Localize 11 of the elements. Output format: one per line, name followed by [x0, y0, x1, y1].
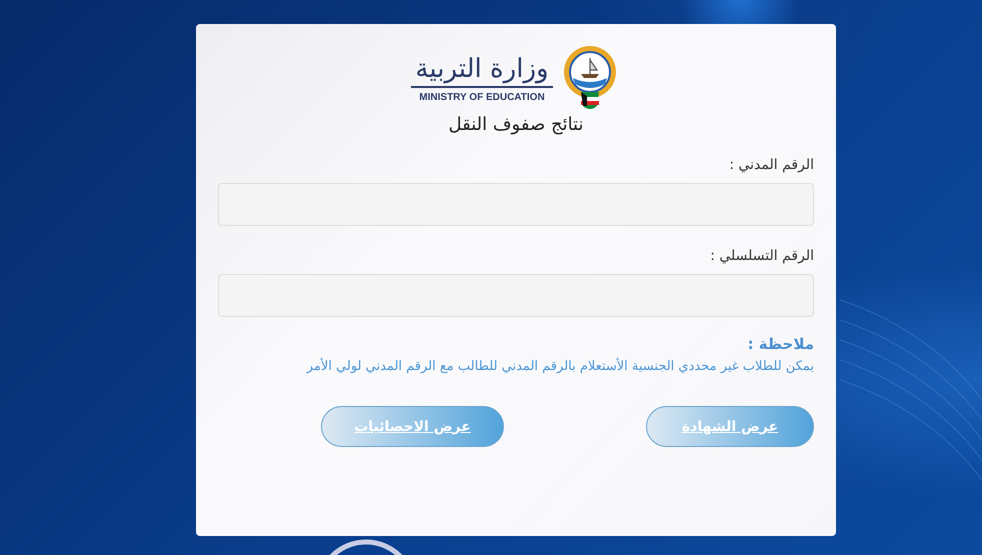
- certificate-button[interactable]: عرض الشهادة: [646, 406, 814, 447]
- ministry-name: وزارة التربية: [411, 54, 553, 88]
- input-field[interactable]: [218, 274, 814, 317]
- input-field[interactable]: [218, 183, 814, 226]
- statistics-button[interactable]: عرض الاحصائيات: [321, 406, 504, 447]
- field-label: الرقم المدني :: [729, 157, 814, 173]
- note-title: ملاحظة :: [748, 335, 814, 353]
- field-label: الرقم التسلسلي :: [710, 248, 814, 264]
- note-text: يمكن للطلاب غير محددي الجنسية الأستعلام بالرقم المدني للطالب مع الرقم المدني لولي الأمر: [306, 359, 814, 374]
- page-title: نتائج صفوف النقل: [448, 114, 584, 135]
- ministry-name-english: MINISTRY OF EDUCATION: [419, 92, 545, 102]
